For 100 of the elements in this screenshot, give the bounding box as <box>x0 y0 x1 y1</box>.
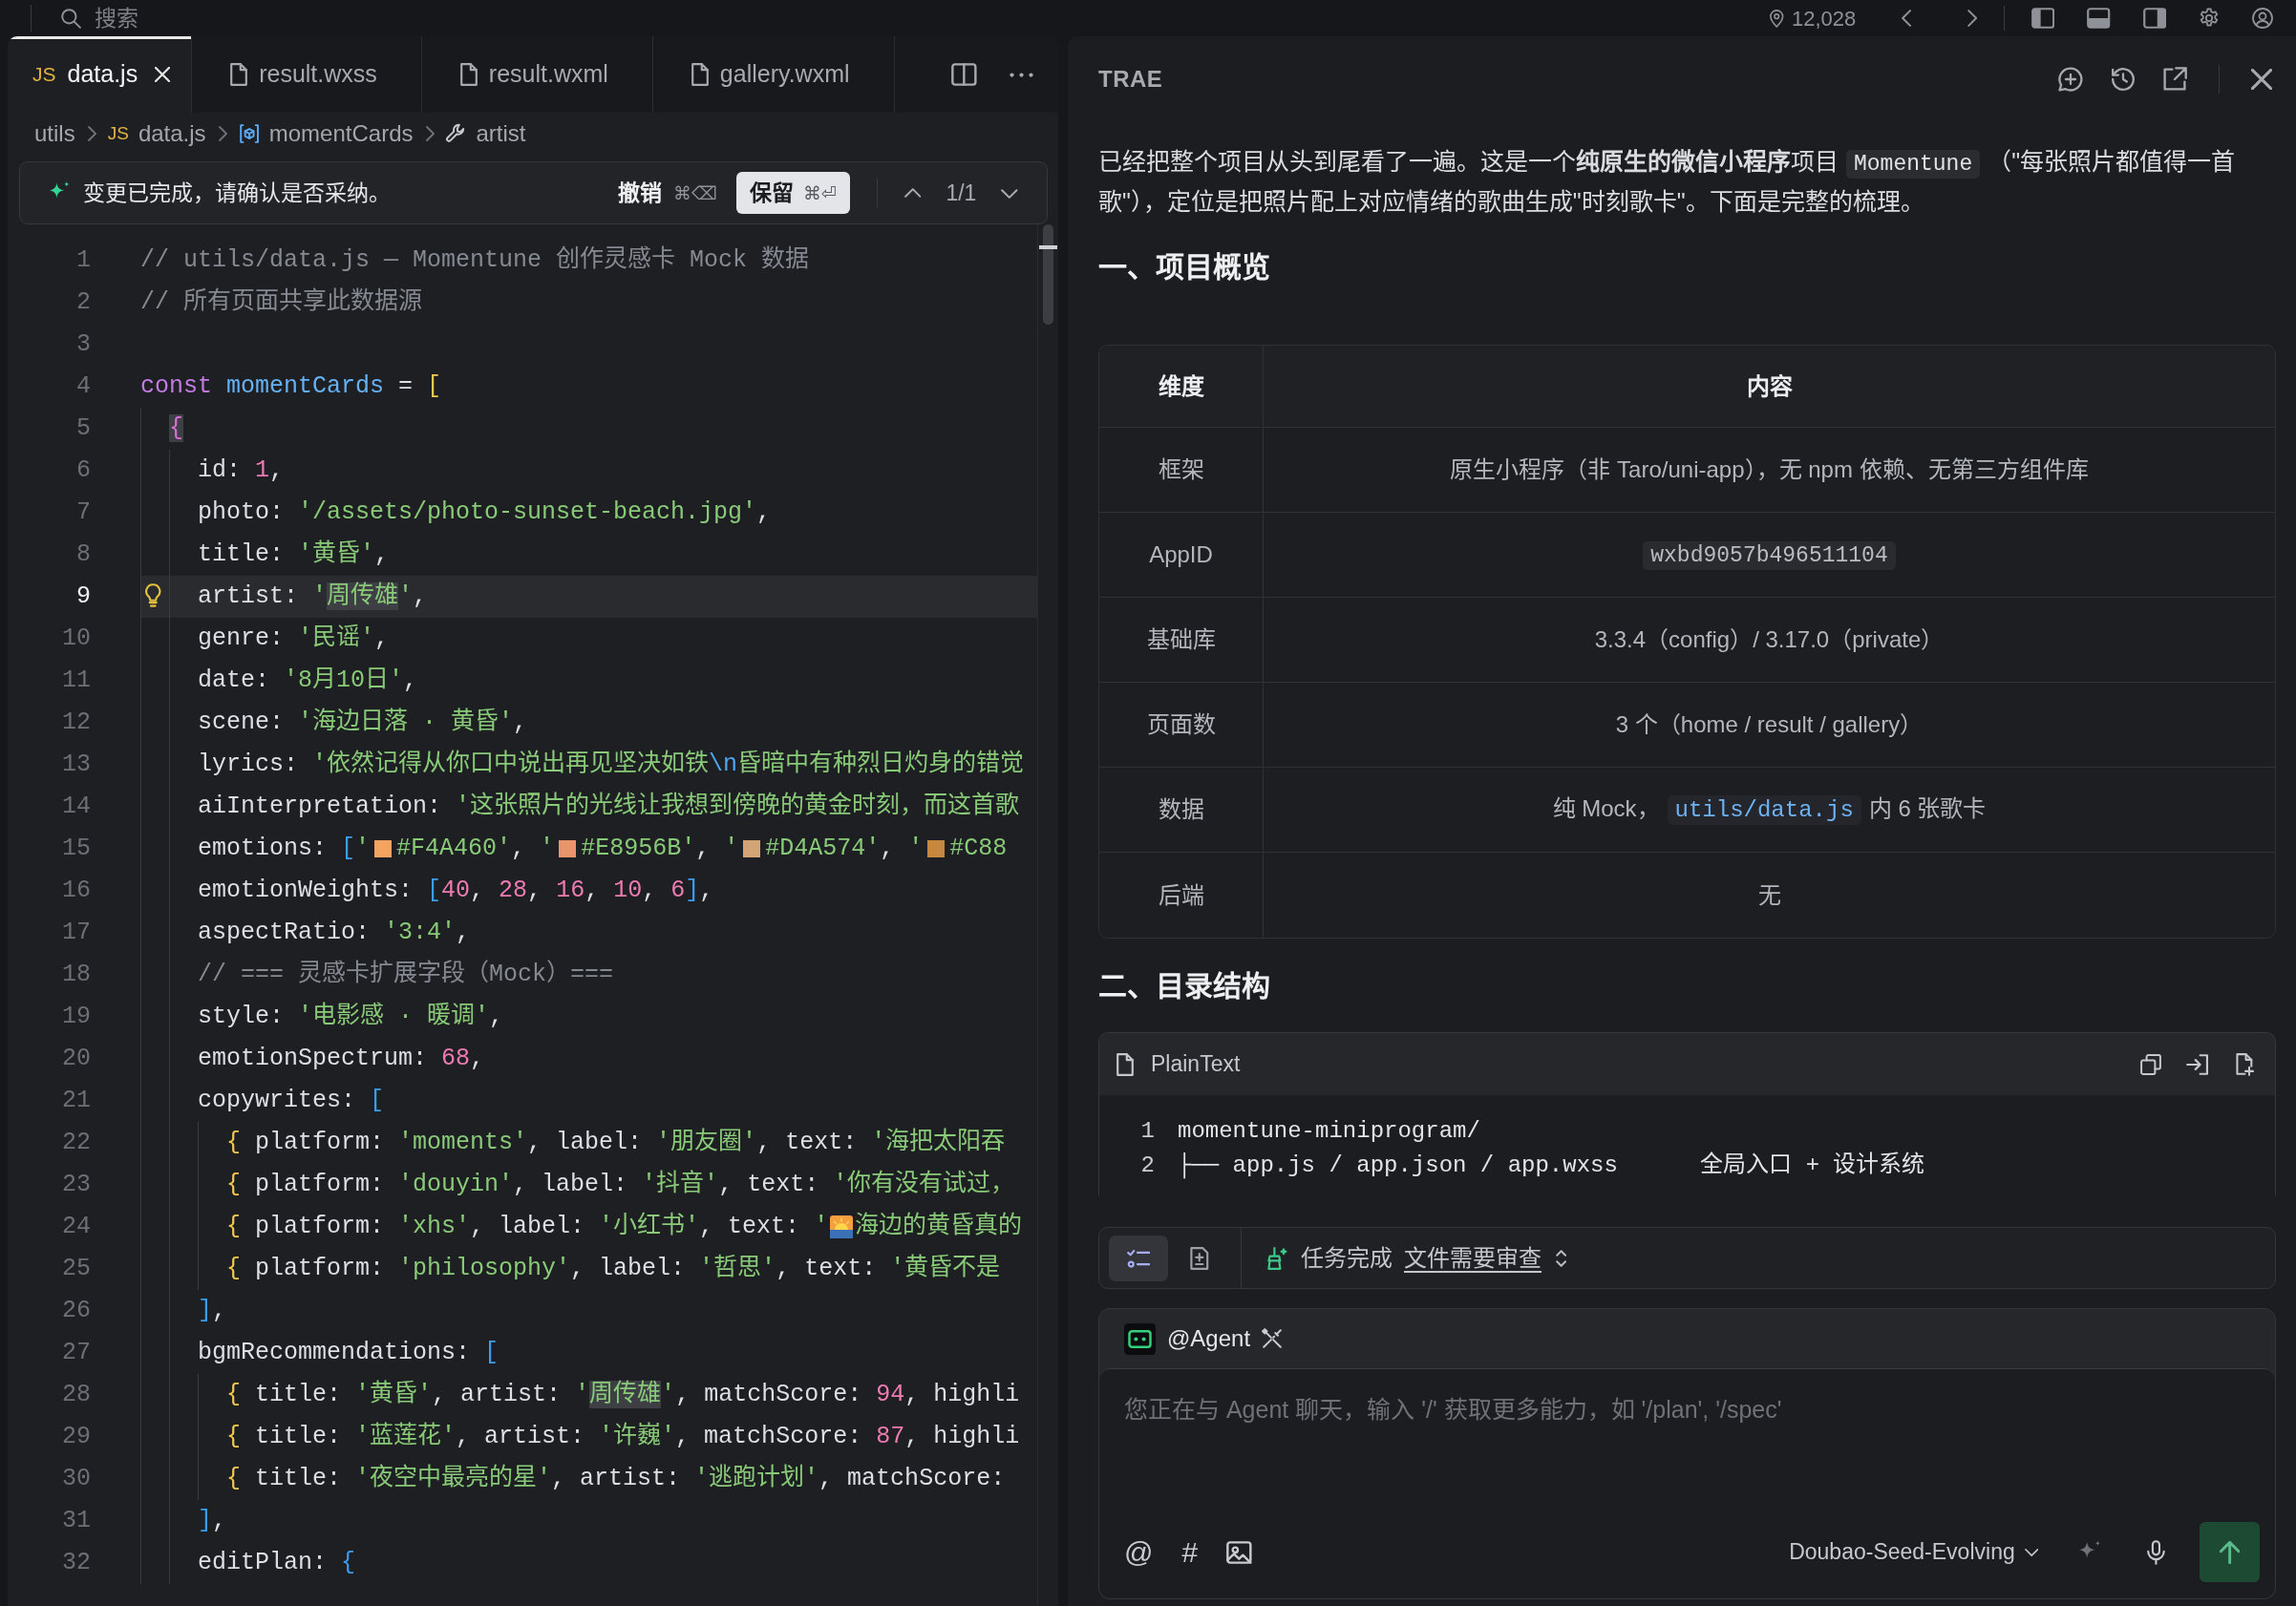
up-down-chevron-icon[interactable] <box>1555 1248 1568 1268</box>
robot-face-icon <box>1124 1322 1156 1355</box>
settings-icon[interactable] <box>2199 8 2220 29</box>
line-number: 11 <box>61 666 92 696</box>
code-line: lyrics: '依然记得从你口中说出再见坚决如铁\n昏暗中有种烈日灼身的错觉 <box>198 749 1025 780</box>
more-icon[interactable] <box>1010 72 1033 77</box>
chevron-up-icon[interactable] <box>904 187 922 199</box>
search-field[interactable]: 搜索 <box>95 1 209 35</box>
tab[interactable]: result.wxss <box>192 36 422 113</box>
undo-button[interactable]: 撤销 ⌘⌫ <box>618 176 717 210</box>
line-number: 24 <box>61 1212 92 1242</box>
file-type-label: JS <box>107 121 129 145</box>
chevron-down-icon <box>2024 1548 2039 1556</box>
column-header: 内容 <box>1746 372 1793 399</box>
line-number: 15 <box>61 834 92 864</box>
image-icon[interactable] <box>1226 1540 1252 1564</box>
tab[interactable]: result.wxml <box>421 36 653 113</box>
code-line: emotionWeights: [40, 28, 16, 10, 6], <box>198 876 714 906</box>
line-number: 13 <box>61 750 92 780</box>
chevron-right-icon[interactable] <box>1966 10 1977 27</box>
bottom-panel-icon[interactable] <box>2087 8 2111 29</box>
wrench-icon <box>445 123 467 144</box>
code-line: emotionSpectrum: 68, <box>198 1044 485 1074</box>
code-line: // === 灵感卡扩展字段（Mock）=== <box>198 959 614 990</box>
line-number: 27 <box>61 1338 92 1368</box>
breadcrumb-item[interactable]: momentCards <box>238 116 414 151</box>
panel-title: TRAE <box>1098 65 1163 94</box>
file-link[interactable]: utils/data.js <box>1667 795 1861 825</box>
row-label: 后端 <box>1158 881 1204 908</box>
close-icon[interactable] <box>2251 69 2272 90</box>
broom-icon <box>1266 1246 1289 1270</box>
chevron-down-icon[interactable] <box>1001 187 1018 199</box>
agent-label: @Agent <box>1167 1324 1251 1353</box>
row-label: 基础库 <box>1146 626 1216 652</box>
breadcrumb-item[interactable]: JS data.js <box>107 116 206 151</box>
line-number: 14 <box>61 792 92 822</box>
code-line: { title: '蓝莲花', artist: '许巍', matchScore: 87, highli <box>226 1421 1020 1452</box>
cursor-position-marker <box>1039 245 1057 249</box>
left-sidebar-icon[interactable] <box>2030 8 2055 29</box>
brackets-icon <box>238 124 260 143</box>
cell-text: 3 个（home / result / gallery） <box>1615 711 1924 737</box>
microphone-icon[interactable] <box>2147 1539 2165 1565</box>
code-line: momentune-miniprogram/ <box>1178 1117 1480 1146</box>
code-line: { platform: 'philosophy', label: '哲思', text: '黄昏不是 <box>226 1253 1001 1284</box>
breadcrumb-item[interactable]: artist <box>445 116 526 151</box>
code-line: #E8956B', ' <box>581 834 739 864</box>
code-line: copywrites: [ <box>198 1086 385 1116</box>
language-label: PlainText <box>1151 1050 1241 1079</box>
split-editor-icon[interactable] <box>951 63 977 86</box>
cell-text: 无 <box>1757 881 1781 908</box>
line-number: 3 <box>75 329 92 360</box>
code-line: { title: '黄昏', artist: '周传雄', matchScore: 94, highli <box>226 1379 1020 1410</box>
file-icon <box>1116 1052 1134 1076</box>
chevron-left-icon[interactable] <box>1902 10 1913 27</box>
code-line: artist: '周传雄', <box>198 581 428 612</box>
lightbulb-icon[interactable] <box>145 583 161 608</box>
history-icon[interactable] <box>2110 66 2137 93</box>
view-toggle-button[interactable] <box>1109 1235 1168 1281</box>
code-line: bgmRecommendations: [ <box>198 1338 500 1368</box>
hashtag-button[interactable]: # <box>1181 1537 1199 1567</box>
chevron-right-icon <box>424 126 435 141</box>
line-number: 19 <box>61 1002 92 1032</box>
copy-icon[interactable] <box>2140 1053 2161 1075</box>
breadcrumb-item[interactable]: utils <box>34 116 75 151</box>
crossed-tools-icon[interactable] <box>1262 1328 1284 1349</box>
code-line: aiInterpretation: '这张照片的光线让我想到傍晚的黄金时刻，而这首歌 <box>198 791 1020 822</box>
scrollbar-thumb[interactable] <box>1043 224 1053 325</box>
arrow-into-box-icon[interactable] <box>2186 1053 2210 1075</box>
chevron-right-icon <box>217 126 227 141</box>
external-link-icon[interactable] <box>2162 67 2187 92</box>
line-number: 26 <box>61 1296 92 1326</box>
line-number: 8 <box>75 539 92 570</box>
right-sidebar-icon[interactable] <box>2142 8 2166 29</box>
mention-button[interactable]: @ <box>1124 1537 1154 1567</box>
new-file-icon[interactable] <box>2234 1052 2254 1076</box>
line-number: 2 <box>1139 1152 1155 1180</box>
send-button[interactable] <box>2200 1522 2260 1582</box>
code-line: style: '电影感 · 暖调', <box>198 1001 504 1032</box>
line-number: 2 <box>75 287 92 318</box>
file-type-label: JS <box>32 62 56 88</box>
chat-input-box[interactable]: 您正在与 Agent 聊天，输入 '/' 获取更多能力，如 '/plan', '/spec' @ # Doubao-Seed-Evolving <box>1099 1368 2275 1598</box>
code-line: const momentCards = [ <box>140 371 442 402</box>
code-line: title: '黄昏', <box>198 539 390 570</box>
code-line: genre: '民谣', <box>198 623 390 654</box>
code-line: editPlan: { <box>198 1548 356 1578</box>
code-line: #F4A460', ' <box>396 834 555 864</box>
chat-input-field[interactable]: 您正在与 Agent 聊天，输入 '/' 获取更多能力，如 '/plan', '/spec' <box>1124 1394 2260 1522</box>
line-number: 17 <box>61 918 92 948</box>
new-chat-icon[interactable] <box>2057 66 2084 93</box>
code-line: id: 1, <box>198 455 285 486</box>
line-number: 7 <box>75 497 92 528</box>
review-files-link[interactable]: 文件需要审查 <box>1404 1240 1541 1276</box>
account-icon[interactable] <box>2252 8 2273 29</box>
code-line: { platform: 'douyin', label: '抖音', text: '你有没有试过， <box>226 1169 1015 1200</box>
model-selector[interactable]: Doubao-Seed-Evolving <box>1789 1535 2039 1569</box>
tab[interactable]: JS data.js <box>8 36 193 113</box>
code-line: { platform: 'xhs', label: '小红书', text: ' <box>226 1211 829 1242</box>
keep-button[interactable]: 保留 ⌘⏎ <box>735 172 850 214</box>
line-number: 5 <box>75 413 92 444</box>
tab[interactable]: gallery.wxml <box>652 36 895 113</box>
